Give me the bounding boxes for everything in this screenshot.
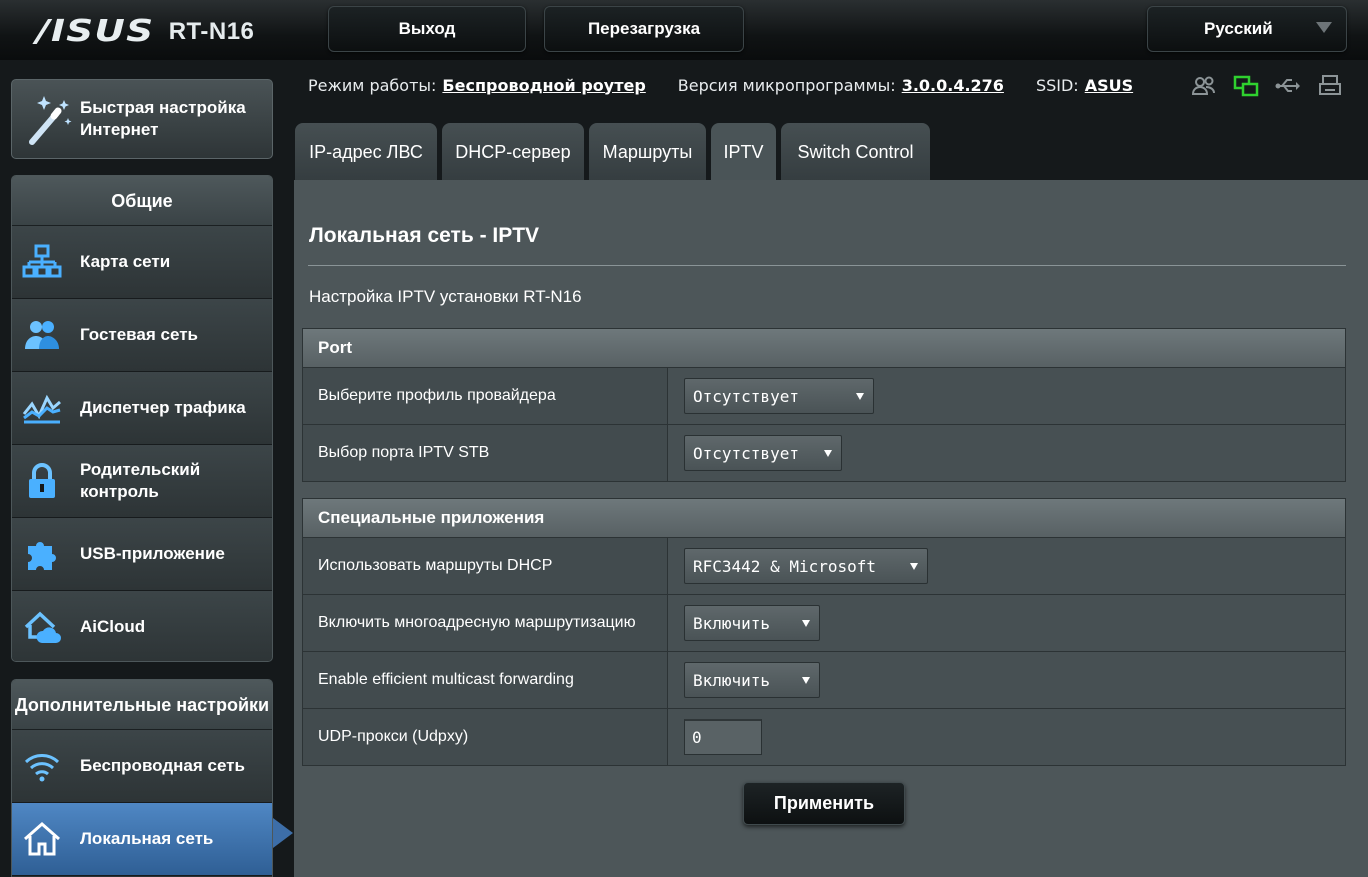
language-label: Русский [1204, 19, 1273, 38]
chevron-down-icon [910, 563, 918, 570]
sidebar-item-parental-control[interactable]: Родительский контроль [12, 445, 272, 518]
page-title: Локальная сеть - IPTV [309, 224, 540, 247]
network-icon[interactable] [1232, 72, 1260, 100]
table-row: Включить многоадресную маршрутизацию Вкл… [302, 595, 1346, 652]
brand-logo: /ISUS [36, 14, 155, 49]
sidebar-item-label: Родительский контроль [80, 460, 201, 501]
clients-icon[interactable] [1190, 72, 1218, 100]
reboot-button[interactable]: Перезагрузка [544, 6, 744, 52]
tab-dhcp-server[interactable]: DHCP-сервер [442, 123, 584, 181]
udpxy-port-input[interactable]: 0 [684, 719, 762, 755]
tab-routes[interactable]: Маршруты [589, 123, 706, 181]
sidebar-advanced-group: Дополнительные настройки Беспроводная се… [11, 679, 273, 877]
sidebar-item-lan[interactable]: Локальная сеть [12, 803, 272, 876]
tab-switch-control[interactable]: Switch Control [781, 123, 930, 181]
dhcp-routes-select[interactable]: RFC3442 & Microsoft [684, 548, 928, 584]
logout-button[interactable]: Выход [328, 6, 526, 52]
port-section: Port Выберите профиль провайдера Отсутст… [302, 328, 1346, 482]
select-value: Отсутствует [693, 386, 799, 406]
sidebar-item-label: Гостевая сеть [80, 325, 198, 344]
lock-icon [29, 463, 55, 498]
sidebar-item-guest-network[interactable]: Гостевая сеть [12, 299, 272, 372]
advanced-header: Дополнительные настройки [12, 680, 272, 730]
select-value: Включить [693, 613, 771, 633]
chevron-down-icon [824, 450, 832, 457]
wifi-icon [24, 754, 60, 782]
magic-wand-icon [29, 96, 72, 145]
router-model: RT-N16 [168, 17, 255, 45]
tab-iptv[interactable]: IPTV [711, 123, 776, 181]
mode-link[interactable]: Беспроводной роутер [442, 76, 645, 95]
guest-network-icon [25, 321, 59, 349]
quick-setup-label: Быстрая настройка Интернет [80, 98, 246, 139]
chevron-down-icon [1316, 22, 1332, 33]
chevron-down-icon [802, 620, 810, 627]
sidebar-item-traffic-manager[interactable]: Диспетчер трафика [12, 372, 272, 445]
sidebar-item-usb-application[interactable]: USB-приложение [12, 518, 272, 591]
table-row: Использовать маршруты DHCP RFC3442 & Mic… [302, 538, 1346, 595]
field-label: UDP-прокси (Udpxy) [303, 709, 668, 765]
cloud-home-icon [24, 611, 61, 643]
field-label: Использовать маршруты DHCP [303, 538, 668, 594]
field-label: Включить многоадресную маршрутизацию [303, 595, 668, 651]
firmware-link[interactable]: 3.0.0.4.276 [902, 76, 1004, 95]
usb-icon[interactable] [1274, 72, 1302, 100]
sidebar-item-label: Беспроводная сеть [80, 756, 245, 775]
isp-profile-select[interactable]: Отсутствует [684, 378, 874, 414]
multicast-routing-select[interactable]: Включить [684, 605, 820, 641]
asus-logo: /ISUS RT-N16 [36, 14, 254, 49]
chevron-down-icon [802, 677, 810, 684]
top-bar: /ISUS RT-N16 Выход Перезагрузка Русский [0, 0, 1368, 60]
sidebar-general-group: Общие Карта сети Гостевая сеть Диспетчер… [11, 175, 273, 662]
active-item-arrow [273, 818, 293, 848]
sidebar-item-label: Локальная сеть [80, 829, 214, 848]
status-line: Режим работы: Беспроводной роутер Версия… [308, 74, 1133, 96]
home-icon [24, 821, 60, 856]
firmware-label: Версия микропрограммы: [677, 75, 896, 95]
status-icons [1190, 72, 1344, 100]
printer-icon[interactable] [1316, 72, 1344, 100]
field-label: Выбор порта IPTV STB [303, 425, 668, 481]
section-header: Port [302, 328, 1346, 368]
sidebar-item-label: USB-приложение [80, 544, 225, 563]
field-label: Выберите профиль провайдера [303, 368, 668, 424]
sidebar-item-label: AiCloud [80, 617, 146, 636]
select-value: Включить [693, 670, 771, 690]
network-map-icon [22, 244, 62, 278]
table-row: Enable efficient multicast forwarding Вк… [302, 652, 1346, 709]
select-value: RFC3442 & Microsoft [693, 556, 877, 576]
select-value: Отсутствует [693, 443, 799, 463]
sidebar-item-label: Карта сети [80, 252, 171, 271]
traffic-manager-icon [22, 394, 61, 424]
ssid-link[interactable]: ASUS [1085, 76, 1133, 95]
ssid-label: SSID: [1035, 75, 1079, 95]
table-row: Выберите профиль провайдера Отсутствует [302, 368, 1346, 425]
puzzle-icon [28, 542, 56, 570]
iptv-stb-port-select[interactable]: Отсутствует [684, 435, 842, 471]
sidebar-item-wireless[interactable]: Беспроводная сеть [12, 730, 272, 803]
apply-button[interactable]: Применить [743, 782, 905, 825]
content-panel: Локальная сеть - IPTV Настройка IPTV уст… [294, 180, 1368, 877]
sidebar-item-aicloud[interactable]: AiCloud [12, 591, 272, 661]
chevron-down-icon [856, 393, 864, 400]
language-select[interactable]: Русский [1147, 6, 1347, 52]
title-divider [308, 265, 1346, 266]
efficient-multicast-select[interactable]: Включить [684, 662, 820, 698]
quick-setup-button[interactable]: Быстрая настройка Интернет [11, 79, 273, 159]
section-header: Специальные приложения [302, 498, 1346, 538]
table-row: Выбор порта IPTV STB Отсутствует [302, 425, 1346, 482]
page-description: Настройка IPTV установки RT-N16 [309, 287, 582, 306]
special-apps-section: Специальные приложения Использовать марш… [302, 498, 1346, 766]
tab-lan-ip[interactable]: IP-адрес ЛВС [295, 123, 437, 181]
general-header: Общие [12, 176, 272, 226]
sidebar-item-label: Диспетчер трафика [80, 398, 246, 417]
sidebar-item-network-map[interactable]: Карта сети [12, 226, 272, 299]
table-row: UDP-прокси (Udpxy) 0 [302, 709, 1346, 766]
mode-label: Режим работы: [308, 75, 437, 95]
field-label: Enable efficient multicast forwarding [303, 652, 668, 708]
